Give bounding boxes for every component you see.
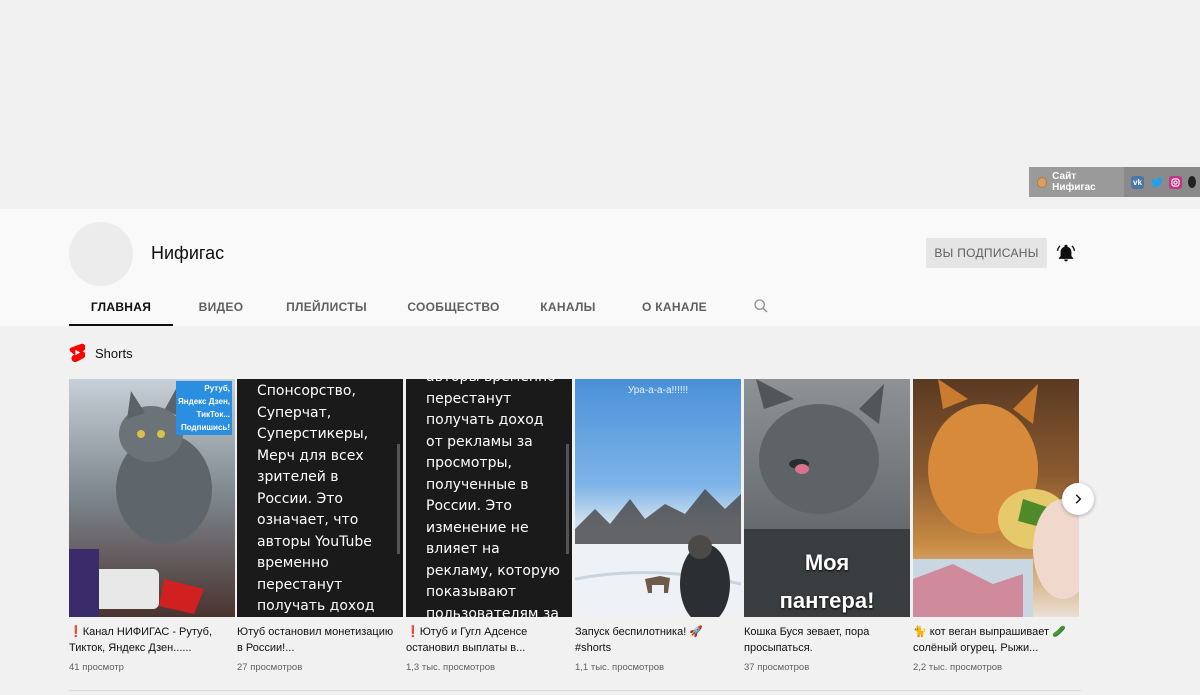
shelf-next-button[interactable] [1062, 483, 1094, 515]
notification-bell-icon[interactable] [1056, 243, 1076, 263]
more-links-icon[interactable] [1188, 176, 1196, 188]
channel-tabs: ГЛАВНАЯ ВИДЕО ПЛЕЙЛИСТЫ СООБЩЕСТВО КАНАЛ… [69, 292, 786, 326]
site-link-label: Сайт Нифигас [1052, 171, 1096, 193]
short-views: 1,1 тыс. просмотров [575, 662, 665, 673]
short-title[interactable]: Запуск беспилотника! 🚀 #shorts [575, 625, 741, 656]
snow-field-image [575, 489, 741, 617]
short-views: 2,2 тыс. просмотров [913, 662, 1003, 673]
short-views: 37 просмотров [744, 662, 810, 673]
tab-channels[interactable]: КАНАЛЫ [523, 292, 613, 326]
short-card[interactable]: 🐈 кот веган выпрашивает 🥒 солёный огурец… [913, 379, 1079, 673]
banner-links: Сайт Нифигас vk [1029, 167, 1200, 197]
short-thumbnail[interactable] [913, 379, 1079, 617]
tab-community[interactable]: СООБЩЕСТВО [384, 292, 523, 326]
social-links: vk [1131, 175, 1196, 189]
short-thumbnail[interactable]: Спонсорство, Суперчат, Суперстикеры, Мер… [237, 379, 403, 617]
short-thumbnail[interactable]: Моя пантера! [744, 379, 910, 617]
shorts-shelf: Рутуб, Яндекс Дзен, ТикТок... Подпишись!… [69, 379, 1081, 679]
short-views: 27 просмотров [237, 662, 303, 673]
site-logo-icon [1037, 176, 1048, 188]
short-title[interactable]: ❗Ютуб и Гугл Адсенсе остановил выплаты в… [406, 625, 572, 656]
tab-about[interactable]: О КАНАЛЕ [613, 292, 736, 326]
channel-name: Нифигас [151, 243, 225, 263]
tab-videos[interactable]: ВИДЕО [173, 292, 269, 326]
short-title[interactable]: 🐈 кот веган выпрашивает 🥒 солёный огурец… [913, 625, 1079, 656]
short-title[interactable]: Ютуб остановил монетизацию в России!... [237, 625, 403, 656]
short-card[interactable]: Ура-а-а-а!!!!!! Запуск беспилотника! 🚀 #… [575, 379, 741, 673]
twitter-icon[interactable] [1150, 176, 1163, 189]
shorts-section-header: Shorts [69, 343, 133, 363]
vk-icon[interactable]: vk [1131, 175, 1144, 189]
search-icon[interactable] [736, 292, 786, 326]
avatar[interactable] [69, 222, 133, 286]
site-link[interactable]: Сайт Нифигас [1029, 167, 1124, 197]
short-views: 1,3 тыс. просмотров [406, 662, 496, 673]
short-title[interactable]: ❗Канал НИФИГАС - Рутуб, Тикток, Яндекс Д… [69, 625, 235, 656]
short-card[interactable]: Спонсорство, Суперчат, Суперстикеры, Мер… [237, 379, 403, 673]
ginger-cat-image [913, 379, 1079, 617]
channel-header: Нифигас ВЫ ПОДПИСАНЫ ГЛАВНАЯ ВИДЕО ПЛЕЙЛ… [0, 209, 1200, 326]
short-overlay-text: Моя пантера! [779, 550, 875, 613]
short-views: 41 просмотр [69, 662, 124, 673]
shorts-logo-icon [69, 343, 87, 363]
short-card[interactable]: авторы временно перестанут получать дохо… [406, 379, 572, 673]
text-scroll-indicator [397, 444, 400, 554]
short-thumbnail[interactable]: Рутуб, Яндекс Дзен, ТикТок... Подпишись! [69, 379, 235, 617]
short-overlay-text: Спонсорство, Суперчат, Суперстикеры, Мер… [257, 383, 375, 614]
short-overlay-text: Рутуб, Яндекс Дзен, ТикТок... Подпишись! [154, 381, 232, 435]
text-scroll-indicator [566, 444, 569, 554]
subscribed-button[interactable]: ВЫ ПОДПИСАНЫ [926, 238, 1047, 268]
channel-banner: Сайт Нифигас vk [0, 0, 1200, 209]
short-thumbnail[interactable]: Ура-а-а-а!!!!!! [575, 379, 741, 617]
shorts-title: Shorts [95, 345, 133, 361]
chevron-right-icon [1075, 494, 1082, 504]
short-thumbnail[interactable]: авторы временно перестанут получать дохо… [406, 379, 572, 617]
tab-home[interactable]: ГЛАВНАЯ [69, 292, 173, 326]
short-title[interactable]: Кошка Буся зевает, пора просыпаться. [744, 625, 910, 656]
section-divider [69, 690, 1081, 691]
short-card[interactable]: Рутуб, Яндекс Дзен, ТикТок... Подпишись!… [69, 379, 235, 673]
short-overlay-text: Ура-а-а-а!!!!!! [627, 385, 689, 396]
instagram-icon[interactable] [1169, 175, 1182, 189]
short-card[interactable]: Моя пантера! Кошка Буся зевает, пора про… [744, 379, 910, 673]
short-overlay-text: авторы временно перестанут получать дохо… [426, 379, 560, 617]
tab-playlists[interactable]: ПЛЕЙЛИСТЫ [269, 292, 384, 326]
